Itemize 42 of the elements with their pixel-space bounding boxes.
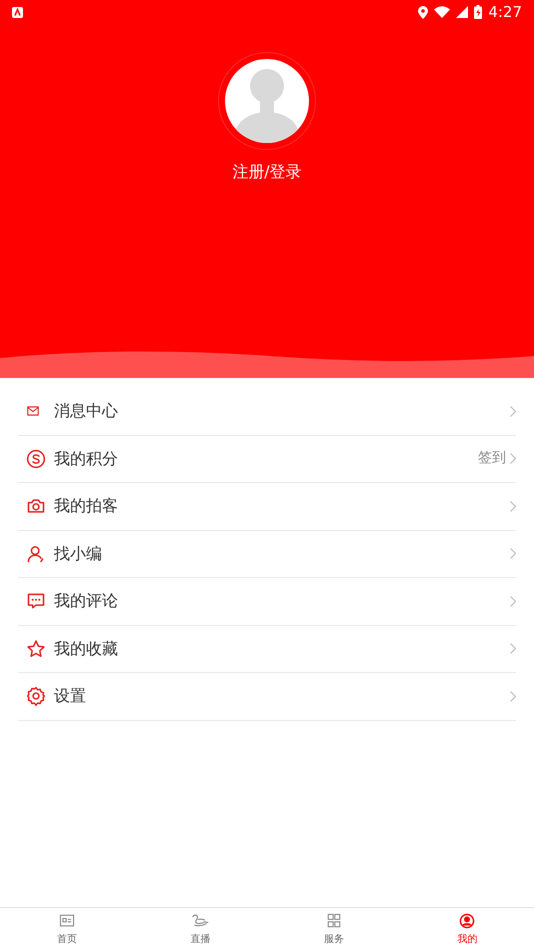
menu-item[interactable]: 我的积分 签到 — [18, 436, 516, 483]
menu-label: 我的积分 — [54, 448, 119, 470]
battery-icon — [474, 5, 482, 19]
menu-item[interactable]: 找小编 — [18, 530, 516, 578]
menu-label: 设置 — [54, 685, 87, 708]
check-in-label[interactable]: 签到 — [478, 448, 506, 470]
location-icon — [418, 6, 428, 18]
dollar-circle-icon — [26, 448, 46, 469]
user-circle-icon — [457, 912, 478, 930]
chevron-right-icon — [510, 690, 516, 702]
star-icon — [26, 638, 46, 659]
login-link[interactable]: 注册/登录 — [232, 160, 302, 184]
menu-item[interactable]: 消息中心 — [18, 388, 516, 436]
app-notification-icon — [12, 6, 23, 18]
clock: 4:27 — [488, 2, 522, 23]
menu-label: 我的评论 — [54, 590, 119, 612]
tab[interactable]: 服务 — [267, 908, 400, 950]
signal-icon — [456, 6, 468, 18]
menu-label: 消息中心 — [54, 400, 119, 422]
chevron-right-icon — [510, 406, 516, 417]
chevron-right-icon — [510, 453, 516, 464]
tab[interactable]: 首页 — [0, 908, 134, 950]
person-icon — [26, 544, 46, 564]
menu-label: 我的收藏 — [54, 638, 119, 660]
avatar-placeholder-icon — [225, 59, 309, 143]
comment-icon — [26, 591, 46, 612]
menu-item[interactable]: 我的收藏 — [18, 626, 516, 673]
menu-label: 我的拍客 — [54, 495, 119, 518]
mail-icon — [26, 404, 40, 418]
tab[interactable]: 直播 — [134, 908, 267, 950]
chevron-right-icon — [510, 643, 516, 654]
menu-label: 找小编 — [54, 542, 103, 565]
wifi-icon — [434, 6, 450, 18]
menu-item[interactable]: 我的评论 — [18, 578, 516, 626]
chevron-right-icon — [510, 548, 516, 560]
settings-icon — [26, 686, 46, 706]
menu-item[interactable]: 设置 — [18, 673, 516, 720]
chevron-right-icon — [510, 500, 516, 512]
avatar-ring[interactable] — [218, 52, 316, 150]
chevron-right-icon — [510, 596, 516, 607]
menu-item[interactable]: 我的拍客 — [18, 483, 516, 530]
tab[interactable]: 我的 — [400, 908, 534, 950]
